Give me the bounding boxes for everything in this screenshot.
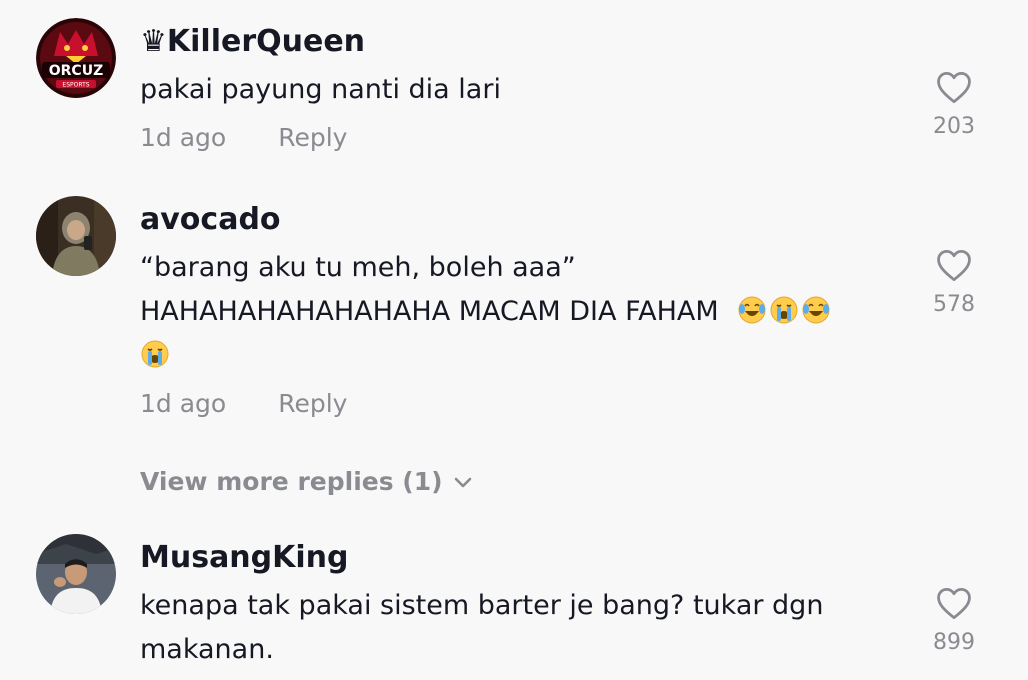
like-button[interactable]: 203 (920, 70, 988, 139)
comment-text: kenapa tak pakai sistem barter je bang? … (140, 584, 910, 672)
avatar[interactable] (36, 196, 116, 276)
like-count: 578 (933, 292, 975, 317)
chevron-down-icon (454, 477, 471, 488)
heart-icon (937, 588, 971, 620)
comment-text-line: makanan. (140, 634, 274, 665)
comment-body: avocado “barang aku tu meh, boleh aaa” H… (140, 200, 910, 420)
comment-text-line-2: HAHAHAHAHAHAHAHA MACAM DIA FAHAM (140, 290, 910, 334)
view-more-replies-button[interactable]: View more replies (1) (140, 462, 473, 502)
comment-body: ♛KillerQueen pakai payung nanti dia lari… (140, 22, 910, 154)
comment-meta: 1d ago Reply (140, 388, 910, 420)
avatar[interactable]: ORCUZ ESPORTS (36, 18, 116, 98)
comment-text: pakai payung nanti dia lari (140, 68, 910, 112)
avatar[interactable] (36, 534, 116, 614)
comment-text-line: “barang aku tu meh, boleh aaa” (140, 252, 576, 283)
reply-button[interactable]: Reply (278, 123, 347, 152)
like-count: 203 (933, 114, 975, 139)
view-more-replies-label: View more replies (1) (140, 467, 443, 496)
like-count: 899 (933, 630, 975, 655)
comment-list: ORCUZ ESPORTS ♛KillerQueen pakai payung … (0, 0, 1028, 680)
avatar-logo-text: ORCUZ (49, 63, 103, 79)
timestamp: 1d ago (140, 123, 227, 152)
comment-text: “barang aku tu meh, boleh aaa” HAHAHAHAH… (140, 246, 910, 378)
comment-text-line-content: HAHAHAHAHAHAHAHA MACAM DIA FAHAM (140, 296, 719, 327)
comment-text-line: kenapa tak pakai sistem barter je bang? … (140, 590, 824, 621)
avatar-photo (36, 196, 116, 276)
reply-button[interactable]: Reply (278, 389, 347, 418)
username[interactable]: ♛KillerQueen (140, 22, 910, 62)
orcuz-esports-logo: ORCUZ ESPORTS (36, 18, 116, 98)
crying-emoji-icon (770, 296, 798, 324)
avatar-logo-subtext: ESPORTS (62, 82, 89, 89)
comment-body: MusangKing kenapa tak pakai sistem barte… (140, 538, 910, 672)
comment-text-line: pakai payung nanti dia lari (140, 74, 501, 105)
avatar-photo (36, 534, 116, 614)
laughing-tears-emoji-icon (802, 296, 830, 324)
laughing-tears-emoji-icon (738, 296, 766, 324)
like-button[interactable]: 899 (920, 586, 988, 655)
username[interactable]: avocado (140, 200, 910, 240)
username[interactable]: MusangKing (140, 538, 910, 578)
comment-meta: 1d ago Reply (140, 122, 910, 154)
comment-text-line-3 (140, 334, 910, 378)
heart-icon (937, 72, 971, 104)
like-button[interactable]: 578 (920, 248, 988, 317)
heart-icon (937, 250, 971, 282)
crying-emoji-icon (141, 340, 169, 368)
timestamp: 1d ago (140, 389, 227, 418)
